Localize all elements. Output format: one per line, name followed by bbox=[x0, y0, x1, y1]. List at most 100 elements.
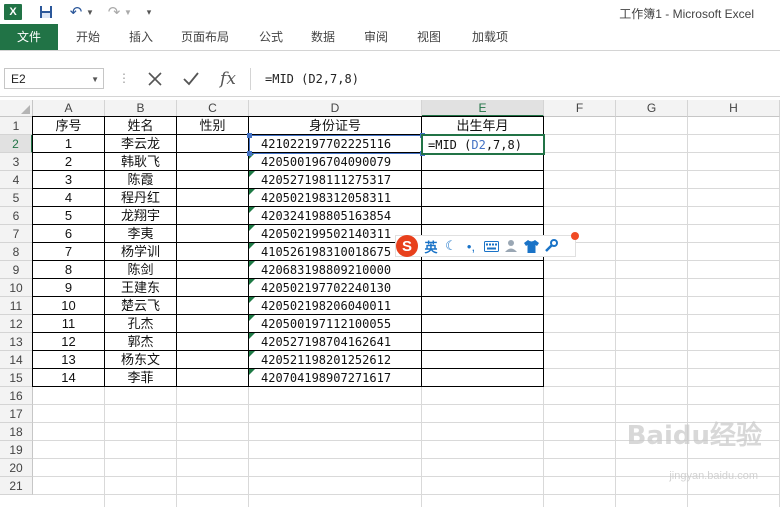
error-indicator-icon[interactable] bbox=[249, 333, 255, 339]
header-cell[interactable]: 身份证号 bbox=[249, 117, 421, 135]
id-number-cell[interactable]: 420521198201252612 bbox=[249, 351, 421, 369]
row-header[interactable]: 12 bbox=[0, 315, 33, 333]
header-cell[interactable]: 序号 bbox=[33, 117, 104, 135]
seq-cell[interactable]: 9 bbox=[33, 279, 104, 297]
seq-cell[interactable]: 3 bbox=[33, 171, 104, 189]
id-number-cell[interactable]: 420683198809210000 bbox=[249, 261, 421, 279]
wrench-tools-icon[interactable] bbox=[541, 236, 561, 256]
row-header[interactable]: 7 bbox=[0, 225, 33, 243]
formula-input[interactable]: =MID (D2,7,8) bbox=[250, 68, 780, 90]
tab-file[interactable]: 文件 bbox=[0, 24, 58, 50]
header-cell[interactable]: 出生年月 bbox=[422, 117, 543, 135]
column-header-a[interactable]: A bbox=[33, 100, 105, 117]
cell-edit-text[interactable]: =MID (D2,7,8) bbox=[428, 136, 522, 154]
row-header[interactable]: 9 bbox=[0, 261, 33, 279]
column-header-f[interactable]: F bbox=[544, 100, 616, 117]
row-header[interactable]: 14 bbox=[0, 351, 33, 369]
name-cell[interactable]: 程丹红 bbox=[105, 189, 176, 207]
id-number-cell[interactable]: 420500197112100055 bbox=[249, 315, 421, 333]
id-number-cell[interactable]: 420502198312058311 bbox=[249, 189, 421, 207]
error-indicator-icon[interactable] bbox=[249, 189, 255, 195]
error-indicator-icon[interactable] bbox=[249, 297, 255, 303]
skin-shirt-icon[interactable] bbox=[521, 236, 541, 256]
name-cell[interactable]: 李夷 bbox=[105, 225, 176, 243]
name-cell[interactable]: 楚云飞 bbox=[105, 297, 176, 315]
enter-check-icon[interactable] bbox=[179, 67, 203, 91]
row-header[interactable]: 10 bbox=[0, 279, 33, 297]
tab-page-layout[interactable]: 页面布局 bbox=[172, 24, 238, 50]
row-header[interactable]: 19 bbox=[0, 441, 33, 459]
row-header[interactable]: 11 bbox=[0, 297, 33, 315]
row-header[interactable]: 3 bbox=[0, 153, 33, 171]
column-header-g[interactable]: G bbox=[616, 100, 688, 117]
keyboard-icon[interactable] bbox=[481, 236, 501, 256]
tab-data[interactable]: 数据 bbox=[298, 24, 348, 50]
seq-cell[interactable]: 6 bbox=[33, 225, 104, 243]
seq-cell[interactable]: 2 bbox=[33, 153, 104, 171]
row-header[interactable]: 2 bbox=[0, 135, 33, 153]
name-cell[interactable]: 杨学训 bbox=[105, 243, 176, 261]
seq-cell[interactable]: 12 bbox=[33, 333, 104, 351]
row-header[interactable]: 17 bbox=[0, 405, 33, 423]
tab-view[interactable]: 视图 bbox=[404, 24, 454, 50]
row-header[interactable]: 21 bbox=[0, 477, 33, 495]
tab-review[interactable]: 审阅 bbox=[351, 24, 401, 50]
save-icon[interactable] bbox=[39, 4, 53, 20]
name-cell[interactable]: 孔杰 bbox=[105, 315, 176, 333]
error-indicator-icon[interactable] bbox=[249, 369, 255, 375]
seq-cell[interactable]: 11 bbox=[33, 315, 104, 333]
error-indicator-icon[interactable] bbox=[249, 225, 255, 231]
redo-icon[interactable]: ↷ bbox=[106, 4, 122, 21]
id-number-cell[interactable]: 420500196704090079 bbox=[249, 153, 421, 171]
seq-cell[interactable]: 10 bbox=[33, 297, 104, 315]
name-cell[interactable]: 王建东 bbox=[105, 279, 176, 297]
tab-addins[interactable]: 加载项 bbox=[462, 24, 518, 50]
id-number-cell[interactable]: 420324198805163854 bbox=[249, 207, 421, 225]
seq-cell[interactable]: 5 bbox=[33, 207, 104, 225]
seq-cell[interactable]: 14 bbox=[33, 369, 104, 387]
column-header-d[interactable]: D bbox=[249, 100, 422, 117]
name-cell[interactable]: 韩耿飞 bbox=[105, 153, 176, 171]
row-header[interactable]: 15 bbox=[0, 369, 33, 387]
tab-formulas[interactable]: 公式 bbox=[246, 24, 296, 50]
error-indicator-icon[interactable] bbox=[249, 261, 255, 267]
chevron-down-icon[interactable]: ▼ bbox=[91, 69, 99, 90]
sogou-logo-icon[interactable]: S bbox=[396, 235, 418, 257]
id-number-cell[interactable]: 420502197702240130 bbox=[249, 279, 421, 297]
user-icon[interactable] bbox=[501, 236, 521, 256]
row-header[interactable]: 18 bbox=[0, 423, 33, 441]
row-header[interactable]: 13 bbox=[0, 333, 33, 351]
seq-cell[interactable]: 7 bbox=[33, 243, 104, 261]
name-cell[interactable]: 杨东文 bbox=[105, 351, 176, 369]
moon-icon[interactable]: ☾ bbox=[441, 236, 461, 256]
ime-toolbar[interactable]: S 英 ☾ •, bbox=[395, 232, 579, 257]
id-number-cell[interactable]: 420704198907271617 bbox=[249, 369, 421, 387]
seq-cell[interactable]: 13 bbox=[33, 351, 104, 369]
name-cell[interactable]: 龙翔宇 bbox=[105, 207, 176, 225]
name-cell[interactable]: 陈霞 bbox=[105, 171, 176, 189]
row-header[interactable]: 4 bbox=[0, 171, 33, 189]
insert-function-icon[interactable]: fx bbox=[216, 67, 240, 91]
error-indicator-icon[interactable] bbox=[249, 207, 255, 213]
customize-toolbar-icon[interactable]: ▾ bbox=[144, 4, 154, 20]
cancel-icon[interactable] bbox=[143, 67, 167, 91]
error-indicator-icon[interactable] bbox=[249, 171, 255, 177]
redo-dropdown-icon[interactable]: ▼ bbox=[124, 4, 132, 20]
name-cell[interactable]: 李云龙 bbox=[105, 135, 176, 153]
row-header[interactable]: 20 bbox=[0, 459, 33, 477]
name-cell[interactable]: 郭杰 bbox=[105, 333, 176, 351]
error-indicator-icon[interactable] bbox=[249, 351, 255, 357]
name-cell[interactable]: 李菲 bbox=[105, 369, 176, 387]
row-header[interactable]: 16 bbox=[0, 387, 33, 405]
undo-icon[interactable]: ↶ bbox=[68, 4, 84, 21]
name-box[interactable]: E2 ▼ bbox=[4, 68, 104, 89]
name-cell[interactable]: 陈剑 bbox=[105, 261, 176, 279]
row-header[interactable]: 6 bbox=[0, 207, 33, 225]
ime-mode-toggle[interactable]: 英 bbox=[421, 236, 441, 256]
column-header-e[interactable]: E bbox=[422, 100, 544, 117]
select-all-button[interactable] bbox=[0, 100, 33, 117]
undo-dropdown-icon[interactable]: ▼ bbox=[86, 4, 94, 20]
tab-home[interactable]: 开始 bbox=[62, 24, 114, 50]
error-indicator-icon[interactable] bbox=[249, 243, 255, 249]
header-cell[interactable]: 姓名 bbox=[105, 117, 176, 135]
